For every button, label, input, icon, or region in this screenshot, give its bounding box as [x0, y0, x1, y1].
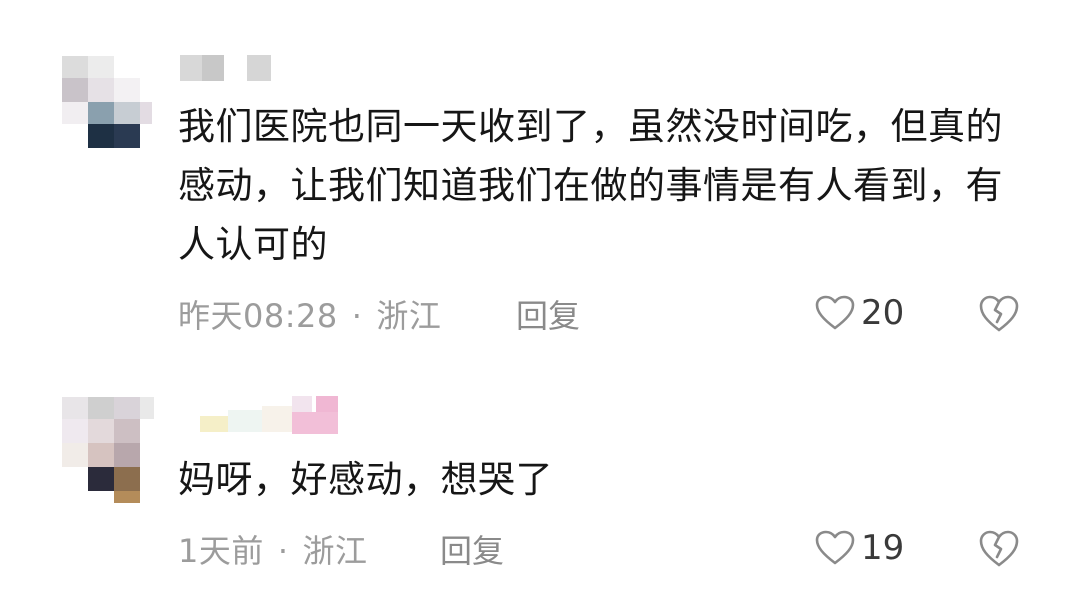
broken-heart-icon [979, 295, 1019, 332]
like-count: 19 [861, 528, 905, 568]
avatar[interactable] [62, 393, 156, 503]
reply-button[interactable]: 回复 [440, 526, 504, 572]
comment-location: 浙江 [376, 297, 442, 335]
comment-text: 我们医院也同一天收到了，虽然没时间吃，但真的感动，让我们知道我们在做的事情是有人… [178, 105, 1003, 266]
avatar[interactable] [62, 50, 156, 160]
username[interactable] [180, 55, 272, 81]
like-button[interactable]: 20 [815, 291, 904, 335]
comment-item: 我们医院也同一天收到了，虽然没时间吃，但真的感动，让我们知道我们在做的事情是有人… [0, 0, 1080, 360]
reply-button[interactable]: 回复 [516, 291, 580, 337]
separator-dot: · [277, 532, 289, 570]
comment-time: 昨天08:28 [178, 297, 338, 335]
comment-location: 浙江 [302, 532, 368, 570]
comment-time: 1天前 [178, 532, 264, 570]
username[interactable] [200, 396, 340, 434]
dislike-button[interactable] [978, 294, 1020, 334]
heart-outline-icon [815, 295, 855, 330]
broken-heart-icon [979, 530, 1019, 567]
comment-text: 妈呀，好感动，想哭了 [178, 458, 553, 501]
comment-meta: 1天前 · 浙江 [178, 526, 368, 572]
like-button[interactable]: 19 [815, 526, 904, 570]
separator-dot: · [351, 297, 363, 335]
like-count: 20 [861, 293, 905, 333]
heart-outline-icon [815, 530, 855, 565]
dislike-button[interactable] [978, 529, 1020, 569]
comment-meta: 昨天08:28 · 浙江 [178, 291, 441, 337]
comment-item: 妈呀，好感动，想哭了 1天前 · 浙江 回复 19 [0, 360, 1080, 607]
